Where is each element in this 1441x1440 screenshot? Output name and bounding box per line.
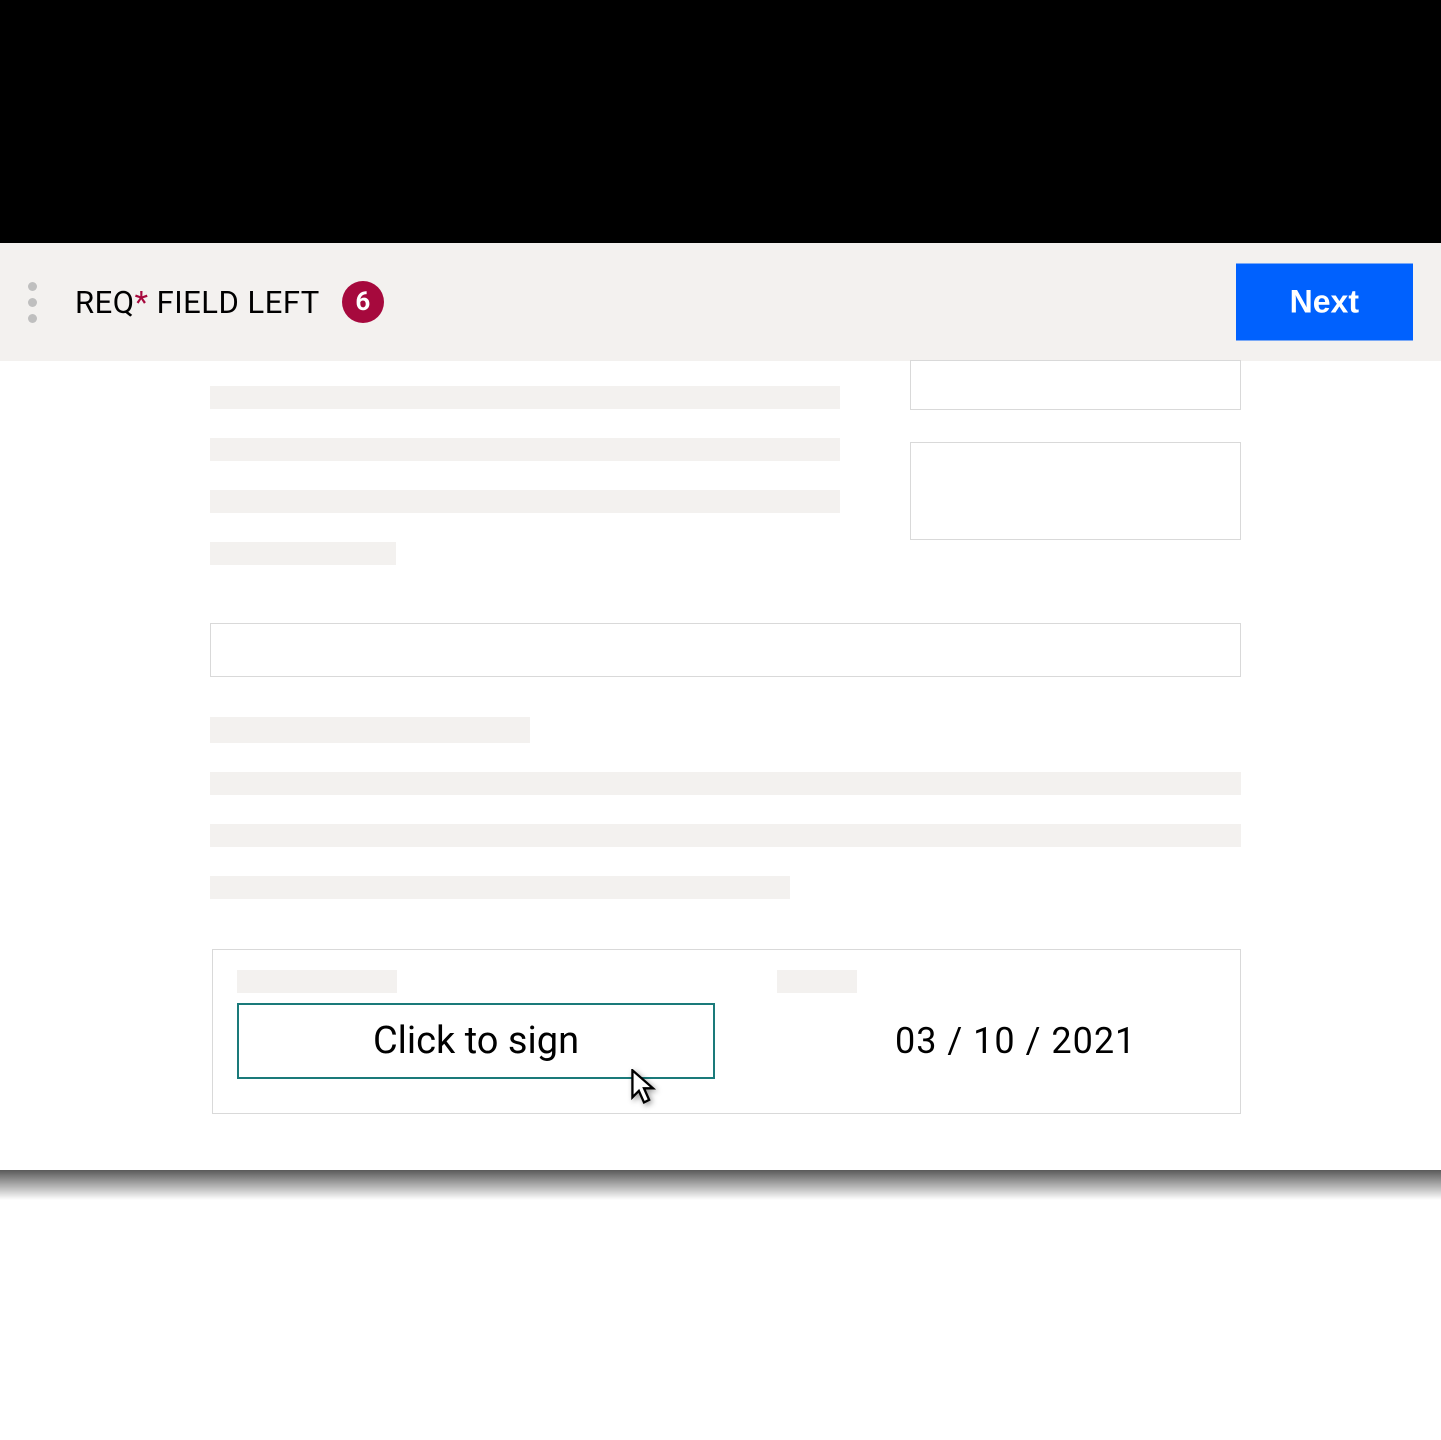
header-bar: REQ* FIELD LEFT 6 Next [0, 243, 1441, 361]
placeholder-text [210, 717, 530, 743]
input-field[interactable] [910, 360, 1241, 410]
required-count-badge: 6 [342, 281, 384, 323]
next-button[interactable]: Next [1236, 264, 1413, 341]
signature-label-placeholder [237, 970, 397, 993]
placeholder-text [210, 386, 840, 409]
click-to-sign-button[interactable]: Click to sign [237, 1003, 715, 1079]
bottom-shadow [0, 1170, 1441, 1200]
signature-date: 03 / 10 / 2021 [895, 1020, 1136, 1062]
input-field[interactable] [210, 623, 1241, 677]
cursor-icon [631, 1069, 657, 1105]
document-area: Click to sign 03 / 10 / 2021 [0, 361, 1441, 1200]
date-label-placeholder [777, 970, 857, 993]
more-menu-icon[interactable] [28, 282, 37, 323]
top-black-bar [0, 0, 1441, 243]
asterisk-icon: * [135, 284, 149, 321]
required-fields-label: REQ* FIELD LEFT [75, 284, 320, 321]
placeholder-text [210, 542, 396, 565]
placeholder-text [210, 876, 790, 899]
input-field[interactable] [910, 442, 1241, 540]
placeholder-text [210, 490, 840, 513]
signature-container: Click to sign 03 / 10 / 2021 [212, 949, 1241, 1114]
placeholder-text [210, 772, 1241, 795]
placeholder-text [210, 824, 1241, 847]
placeholder-text [210, 438, 840, 461]
